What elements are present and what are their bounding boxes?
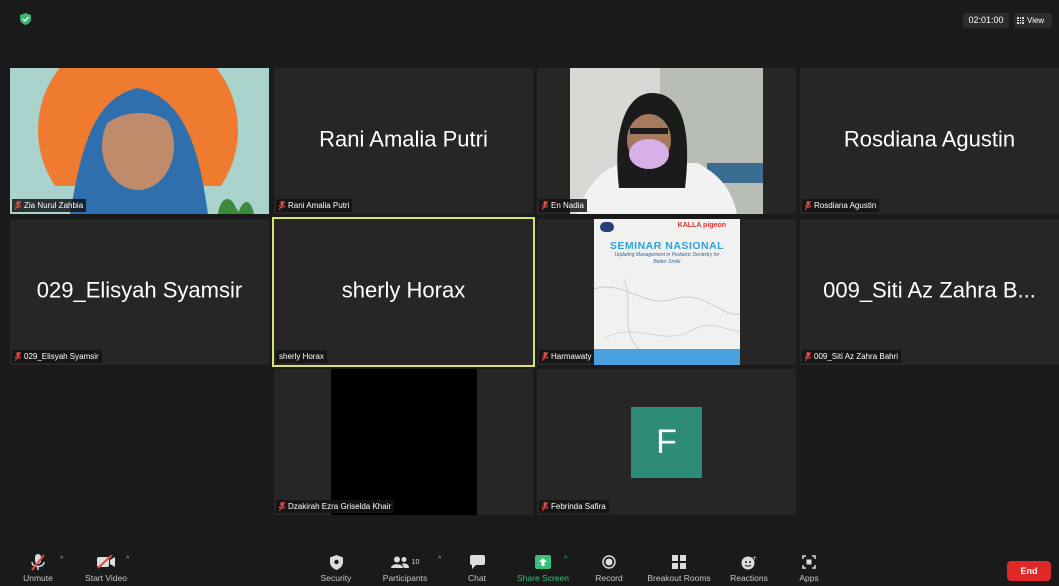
participant-name-label: Zia Nurul Zahbia — [12, 199, 87, 212]
video-tile-rani-amalia-putri[interactable]: Rani Amalia Putri Rani Amalia Putri — [274, 68, 533, 214]
video-tile-zia-nurul-zahbia[interactable]: Zia Nurul Zahbia — [10, 68, 269, 214]
participant-name-label: 029_Elisyah Syamsir — [12, 350, 102, 363]
chat-button[interactable]: Chat — [462, 553, 492, 583]
video-tile-rosdiana-agustin[interactable]: Rosdiana Agustin Rosdiana Agustin — [800, 68, 1059, 214]
video-tile-sherly-horax-active-speaker[interactable]: sherly Horax sherly Horax — [272, 217, 535, 367]
svg-text:+: + — [752, 555, 757, 562]
muted-mic-icon — [805, 201, 811, 210]
avatar: F — [631, 407, 702, 478]
security-button[interactable]: Security — [314, 553, 358, 583]
video-off-icon — [97, 555, 115, 569]
apps-icon — [802, 555, 816, 569]
participant-name-label: Harmawaty — [539, 350, 595, 363]
participant-name-label: Dzakirah Ezra Griselda Khair — [276, 500, 395, 513]
poster-title: SEMINAR NASIONAL — [609, 240, 725, 252]
security-shield-icon — [329, 554, 343, 570]
muted-mic-icon — [805, 352, 811, 361]
muted-mic-icon — [15, 201, 21, 210]
encryption-shield-icon[interactable] — [20, 13, 31, 25]
video-tile-009-siti-az-zahra-bahri[interactable]: 009_Siti Az Zahra B... 009_Siti Az Zahra… — [800, 219, 1059, 365]
participants-icon — [390, 556, 409, 568]
meeting-toolbar: Unmute ^ Start Video ^ Security 10 Parti… — [6, 551, 1053, 586]
seminar-poster: KALLA pigeon SEMINAR NASIONAL Updating M… — [594, 219, 740, 365]
record-button[interactable]: Record — [591, 553, 627, 583]
audio-options-caret-icon[interactable]: ^ — [60, 556, 63, 563]
participant-display-name: 009_Siti Az Zahra B... — [823, 277, 1036, 303]
video-tile-029-elisyah-syamsir[interactable]: 029_Elisyah Syamsir 029_Elisyah Syamsir — [10, 219, 269, 365]
muted-microphone-icon — [31, 553, 45, 571]
video-tile-dzakirah-ezra-griselda-khair[interactable]: Dzakirah Ezra Griselda Khair — [274, 369, 533, 515]
black-video-feed — [331, 369, 477, 515]
record-icon — [602, 555, 616, 569]
participant-name-label: 009_Siti Az Zahra Bahri — [802, 350, 902, 363]
muted-mic-icon — [542, 201, 548, 210]
participant-display-name: Rosdiana Agustin — [843, 126, 1016, 152]
video-tile-harmawaty[interactable]: KALLA pigeon SEMINAR NASIONAL Updating M… — [537, 219, 796, 365]
muted-mic-icon — [279, 502, 285, 511]
participant-display-name: sherly Horax — [341, 277, 466, 303]
share-options-caret-icon[interactable]: ^ — [564, 556, 567, 563]
participants-button[interactable]: 10 Participants — [376, 553, 434, 583]
participant-video-zia — [10, 68, 269, 214]
participant-name-label: Rosdiana Agustin — [802, 199, 880, 212]
reactions-button[interactable]: + Reactions — [726, 553, 772, 584]
participant-name-label: En Nadia — [539, 199, 587, 212]
reactions-smiley-icon: + — [741, 555, 757, 569]
zoom-meeting-window: 02:01:00 View Zia Nurul Zahbia Rani Amal… — [6, 7, 1059, 586]
university-logo — [600, 222, 614, 232]
chat-bubble-icon — [469, 555, 485, 569]
video-options-caret-icon[interactable]: ^ — [126, 556, 129, 563]
participant-name-label: sherly Horax — [276, 350, 327, 363]
participants-count: 10 — [411, 558, 420, 566]
view-button[interactable]: View — [1014, 13, 1052, 28]
unmute-button[interactable]: Unmute — [16, 553, 60, 583]
top-bar: 02:01:00 View — [6, 7, 1053, 31]
participant-display-name: 029_Elisyah Syamsir — [36, 277, 243, 303]
breakout-rooms-icon — [672, 555, 686, 569]
participant-video-en-nadia — [537, 68, 796, 214]
share-screen-icon — [535, 555, 551, 569]
muted-mic-icon — [15, 352, 21, 361]
muted-mic-icon — [542, 502, 548, 511]
muted-mic-icon — [279, 201, 285, 210]
video-tile-febrinda-safira[interactable]: F Febrinda Safira — [537, 369, 796, 515]
grid-view-icon — [1017, 17, 1024, 24]
apps-button[interactable]: Apps — [794, 553, 824, 583]
participant-name-label: Rani Amalia Putri — [276, 199, 353, 212]
meeting-timer: 02:01:00 — [963, 13, 1009, 28]
video-tile-en-nadia[interactable]: En Nadia — [537, 68, 796, 214]
view-button-label: View — [1027, 16, 1045, 25]
muted-mic-icon — [542, 352, 548, 361]
sponsor-logos: KALLA pigeon — [677, 222, 726, 229]
breakout-rooms-button[interactable]: Breakout Rooms — [642, 553, 716, 583]
participant-display-name: Rani Amalia Putri — [319, 126, 488, 152]
poster-subtitle: Updating Management in Pediatric Dentist… — [614, 252, 720, 265]
participants-options-caret-icon[interactable]: ^ — [438, 556, 441, 563]
participant-name-label: Febrinda Safira — [539, 500, 609, 513]
end-meeting-button[interactable]: End — [1007, 561, 1051, 581]
